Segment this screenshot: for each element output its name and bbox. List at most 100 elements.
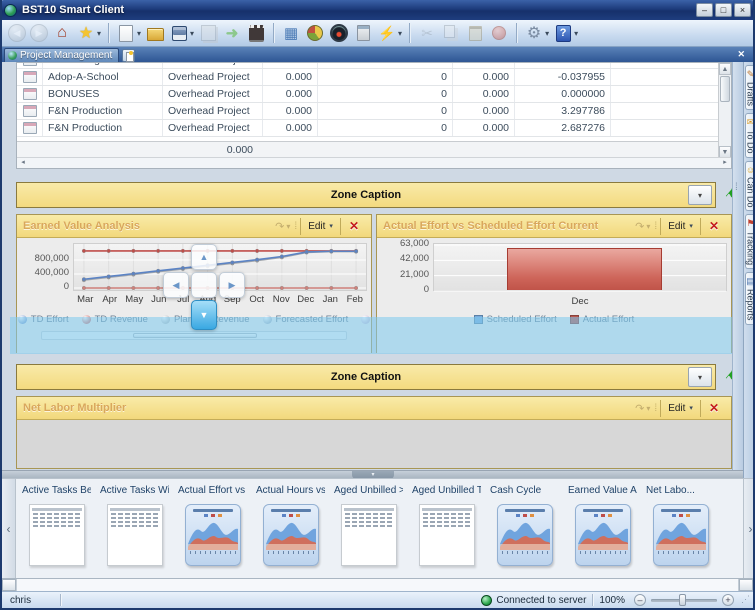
open-button[interactable] bbox=[143, 21, 167, 45]
gallery-item[interactable]: Earned Value Ana... bbox=[568, 485, 637, 566]
scroll-right-icon[interactable]: ▸ bbox=[719, 158, 731, 168]
dock-top-button[interactable]: ▲ bbox=[191, 244, 217, 270]
media-button[interactable] bbox=[244, 21, 268, 45]
dock-right-button[interactable]: ▶ bbox=[219, 272, 245, 298]
share-icon[interactable]: ↷ bbox=[635, 402, 644, 415]
dock-bottom-button[interactable]: ▼ bbox=[191, 300, 217, 330]
data-grid-button[interactable]: ▦ bbox=[279, 21, 303, 45]
table-row[interactable]: F&N ProductionOverhead Project0.00000.00… bbox=[17, 103, 718, 120]
zoom-in-button[interactable]: + bbox=[722, 594, 734, 606]
chart-thumbnail[interactable] bbox=[653, 504, 709, 566]
gallery-item[interactable]: Active Tasks Behi... bbox=[22, 485, 91, 566]
gallery-splitter[interactable]: ▾ bbox=[2, 470, 743, 478]
effort-panel-header[interactable]: Actual Effort vs Scheduled Effort Curren… bbox=[377, 215, 731, 238]
sidebar-tab-reports[interactable]: ▤Reports bbox=[745, 272, 755, 325]
new-document-button[interactable]: ▾ bbox=[114, 21, 143, 45]
nlm-panel-header[interactable]: Net Labor Multiplier ↷ ▾ ⁞ Edit ▾ ✕ bbox=[17, 397, 731, 420]
gallery-item[interactable]: Actual Hours vs S... bbox=[256, 485, 325, 566]
zoom-slider[interactable] bbox=[651, 594, 717, 606]
gallery-item[interactable]: Cash Cycle bbox=[490, 485, 559, 566]
eva-panel-header[interactable]: Earned Value Analysis ↷ ▾ ⁞ Edit ▾ ✕ bbox=[17, 215, 371, 238]
table-row[interactable]: BONUSESOverhead Project0.00000.0000.0000… bbox=[17, 86, 718, 103]
zone-dropdown-button[interactable]: ▾ bbox=[688, 185, 712, 205]
dock-center-button[interactable] bbox=[191, 272, 217, 298]
gallery-item[interactable]: Active Tasks With... bbox=[100, 485, 169, 566]
grid-horizontal-scrollbar[interactable]: ◂ ▸ bbox=[17, 157, 731, 168]
dropdown-caret-icon[interactable]: ▾ bbox=[398, 29, 402, 38]
eva-edit-button[interactable]: Edit ▾ bbox=[300, 218, 341, 235]
zoom-out-button[interactable]: – bbox=[634, 594, 646, 606]
chart-thumbnail[interactable] bbox=[497, 504, 553, 566]
chevron-down-icon[interactable]: ▾ bbox=[646, 222, 650, 231]
dropdown-caret-icon[interactable]: ▾ bbox=[190, 29, 194, 38]
tab-project-management[interactable]: Project Management bbox=[4, 48, 119, 62]
run-button[interactable]: ⚡▾ bbox=[375, 21, 404, 45]
dock-left-button[interactable]: ◀ bbox=[163, 272, 189, 298]
dropdown-caret-icon[interactable]: ▾ bbox=[574, 29, 578, 38]
scrollbar-track[interactable] bbox=[16, 579, 739, 591]
settings-button[interactable]: ⚙▾ bbox=[522, 21, 551, 45]
sidebar-tab-tracking[interactable]: ⚑Tracking bbox=[745, 214, 755, 269]
gallery-next-button[interactable]: › bbox=[743, 479, 755, 578]
chart-thumbnail[interactable] bbox=[185, 504, 241, 566]
help-button[interactable]: ▾ bbox=[551, 21, 580, 45]
dashboard-button[interactable] bbox=[327, 21, 351, 45]
share-icon[interactable]: ↷ bbox=[275, 220, 284, 233]
sidebar-tab-to-do[interactable]: ✉To Do bbox=[745, 113, 755, 158]
gallery-item[interactable]: Aged Unbilled >... bbox=[334, 485, 403, 566]
zone-caption-top[interactable]: Zone Caption ▾ ⚑ bbox=[16, 182, 716, 208]
nlm-edit-button[interactable]: Edit ▾ bbox=[660, 400, 701, 417]
cell-value-3: 0.000 bbox=[453, 86, 515, 102]
grid-vertical-scrollbar[interactable]: ▲ ▼ bbox=[718, 63, 731, 158]
home-button[interactable]: ⌂ bbox=[50, 21, 74, 45]
gallery-item[interactable]: Net Labo... bbox=[646, 485, 715, 566]
chevron-down-icon[interactable]: ▾ bbox=[286, 222, 290, 231]
charts-button[interactable] bbox=[303, 21, 327, 45]
gallery-item[interactable]: Aged Unbilled Ta... bbox=[412, 485, 481, 566]
sidebar-tab-can-do[interactable]: ☺Can Do bbox=[745, 161, 755, 212]
zone-dropdown-button[interactable]: ▾ bbox=[688, 367, 712, 387]
scroll-thumb[interactable] bbox=[720, 76, 730, 102]
new-tab-button[interactable] bbox=[122, 49, 135, 62]
table-thumbnail[interactable] bbox=[107, 504, 163, 566]
nlm-close-button[interactable]: ✕ bbox=[701, 399, 725, 417]
scrollbar-right-button[interactable] bbox=[739, 579, 753, 591]
drag-grip-icon[interactable]: ⁞ bbox=[294, 221, 296, 232]
effort-close-button[interactable]: ✕ bbox=[701, 217, 725, 235]
table-thumbnail[interactable] bbox=[341, 504, 397, 566]
minimize-button[interactable]: – bbox=[696, 3, 713, 17]
effort-edit-button[interactable]: Edit ▾ bbox=[660, 218, 701, 235]
table-thumbnail[interactable] bbox=[29, 504, 85, 566]
table-row[interactable]: F&N ProductionOverhead Project0.00000.00… bbox=[17, 120, 718, 137]
app-horizontal-scrollbar[interactable] bbox=[2, 578, 753, 591]
calculator-button[interactable] bbox=[351, 21, 375, 45]
chevron-down-icon[interactable]: ▾ bbox=[646, 404, 650, 413]
table-thumbnail[interactable] bbox=[419, 504, 475, 566]
drag-grip-icon[interactable]: ⁞ bbox=[654, 221, 656, 232]
sidebar-tab-drafts[interactable]: ✎Drafts bbox=[745, 65, 755, 110]
dropdown-caret-icon[interactable]: ▾ bbox=[545, 29, 549, 38]
chart-thumbnail[interactable] bbox=[263, 504, 319, 566]
scrollbar-left-button[interactable] bbox=[2, 579, 16, 591]
zone-caption-bottom[interactable]: Zone Caption ▾ ⚑ bbox=[16, 364, 716, 390]
save-button[interactable]: ▾ bbox=[167, 21, 196, 45]
table-row[interactable]: Adop-A-SchoolOverhead Project0.00000.000… bbox=[17, 69, 718, 86]
eva-close-button[interactable]: ✕ bbox=[341, 217, 365, 235]
scroll-left-icon[interactable]: ◂ bbox=[17, 158, 29, 168]
favorites-button[interactable]: ★▾ bbox=[74, 21, 103, 45]
close-button[interactable]: × bbox=[734, 3, 751, 17]
vertical-splitter[interactable]: ⁞ bbox=[732, 62, 743, 470]
dropdown-caret-icon[interactable]: ▾ bbox=[97, 29, 101, 38]
maximize-button[interactable]: □ bbox=[715, 3, 732, 17]
gallery-item[interactable]: Actual Effort vs Sc... bbox=[178, 485, 247, 566]
scroll-up-icon[interactable]: ▲ bbox=[719, 63, 731, 75]
tabstrip-close-icon[interactable]: ✕ bbox=[737, 49, 745, 60]
chart-thumbnail[interactable] bbox=[575, 504, 631, 566]
zoom-slider-knob[interactable] bbox=[679, 594, 686, 606]
dropdown-caret-icon[interactable]: ▾ bbox=[137, 29, 141, 38]
titlebar[interactable]: BST10 Smart Client – □ × bbox=[0, 0, 755, 20]
send-button[interactable]: ➜ bbox=[220, 21, 244, 45]
drag-grip-icon[interactable]: ⁞ bbox=[654, 403, 656, 414]
gallery-prev-button[interactable]: ‹ bbox=[2, 479, 16, 578]
share-icon[interactable]: ↷ bbox=[635, 220, 644, 233]
